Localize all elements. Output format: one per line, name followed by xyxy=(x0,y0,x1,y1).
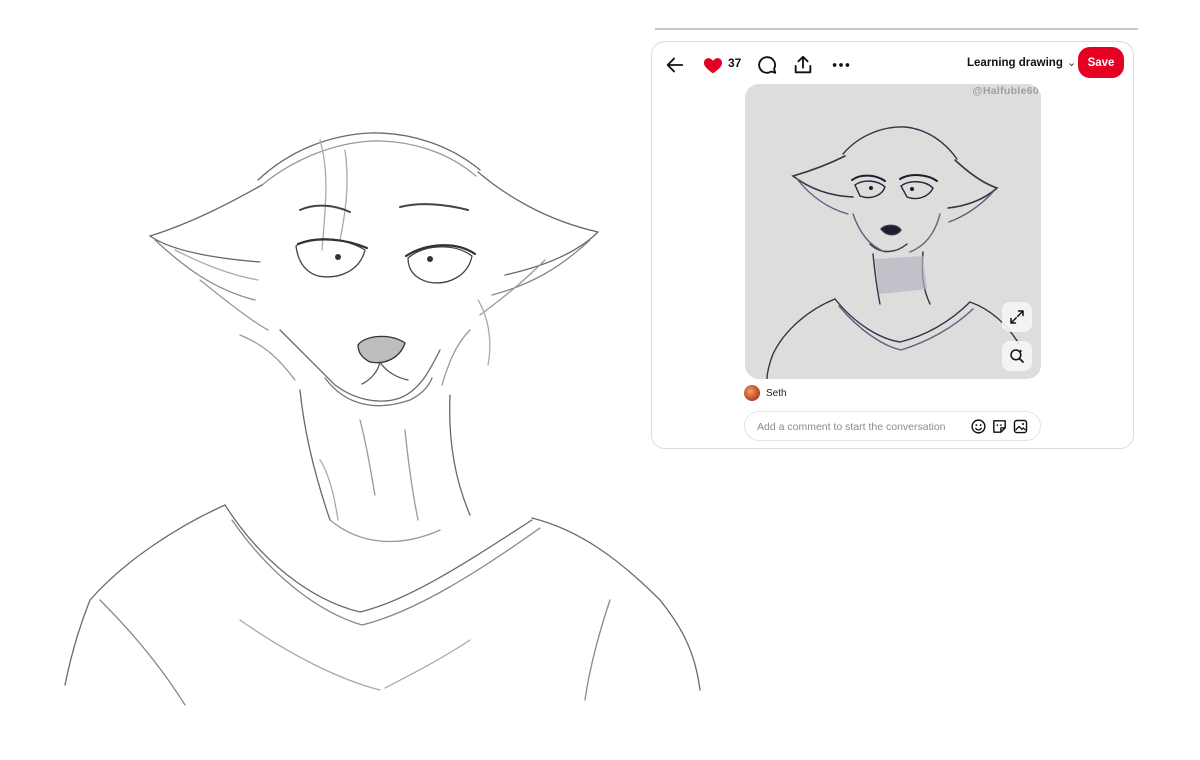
chevron-down-icon: ⌄ xyxy=(1066,57,1077,69)
board-select-dropdown[interactable]: Learning drawing ⌄ xyxy=(967,56,1077,70)
pin-watermark: @Halfuble60 xyxy=(972,85,1039,97)
save-button[interactable]: Save xyxy=(1078,47,1124,78)
like-count: 37 xyxy=(728,56,742,70)
visual-search-button[interactable] xyxy=(1002,341,1032,371)
expand-button[interactable] xyxy=(1002,302,1032,332)
visual-search-icon xyxy=(1010,349,1024,363)
image-icon[interactable] xyxy=(1012,418,1029,435)
pin-toolbar: 37 Learning drawing ⌄ Save xyxy=(652,42,1133,86)
pin-image[interactable]: @Halfuble60 xyxy=(745,84,1041,379)
comment-box xyxy=(744,411,1041,442)
board-name: Learning drawing xyxy=(967,56,1063,69)
comment-input[interactable] xyxy=(755,412,959,442)
wolf-sketch-drawing xyxy=(64,132,701,706)
page-top-divider xyxy=(655,28,1138,30)
pin-author[interactable]: Seth xyxy=(744,385,787,401)
comment-bubble-icon[interactable] xyxy=(756,54,778,76)
author-name[interactable]: Seth xyxy=(766,388,787,399)
heart-icon[interactable] xyxy=(702,54,724,76)
back-arrow-icon[interactable] xyxy=(664,54,686,76)
share-icon[interactable] xyxy=(792,54,814,76)
pin-detail-card: 37 Learning drawing ⌄ Save @Halfuble60 S… xyxy=(651,41,1134,449)
emoji-icon[interactable] xyxy=(970,418,987,435)
expand-icon xyxy=(1010,310,1024,324)
more-dots-icon[interactable] xyxy=(830,54,852,76)
sticker-icon[interactable] xyxy=(991,418,1008,435)
avatar[interactable] xyxy=(744,385,760,401)
pin-image-drawing xyxy=(745,84,1041,379)
